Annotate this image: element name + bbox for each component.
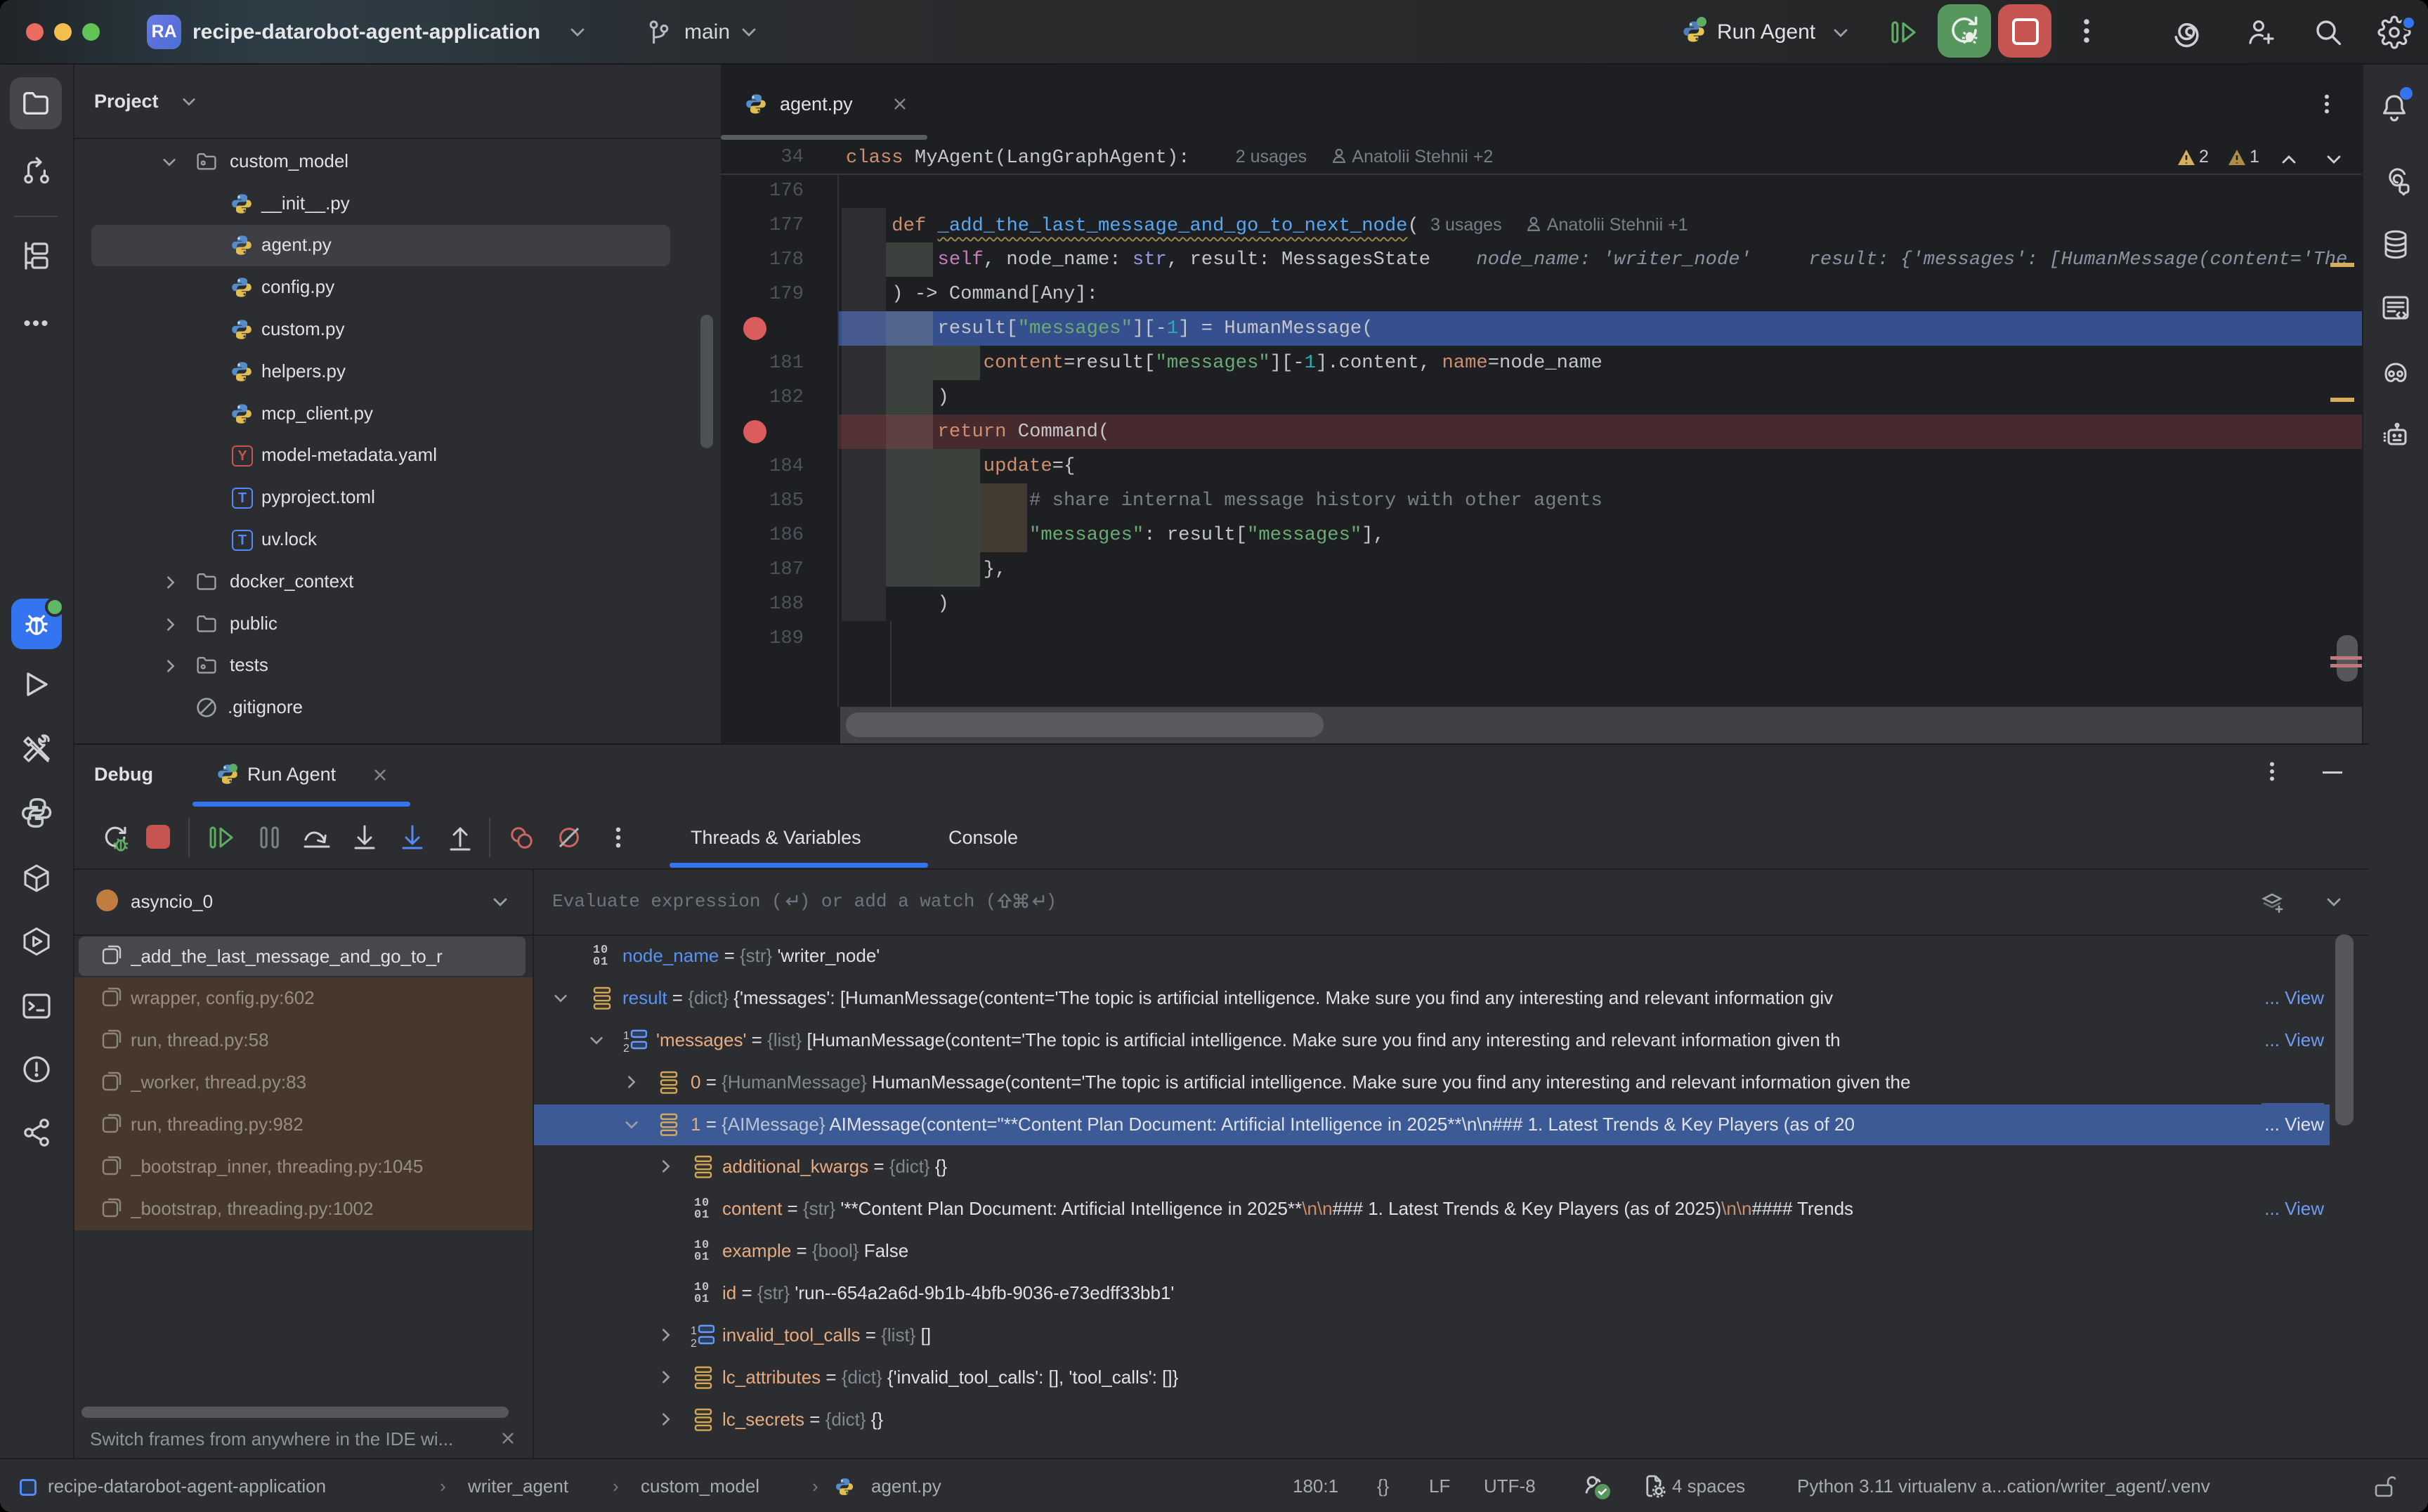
- svg-text:1: 1: [623, 1030, 629, 1042]
- svg-text:1: 1: [691, 1325, 697, 1337]
- svg-text:2: 2: [691, 1338, 697, 1348]
- svg-text:2: 2: [623, 1043, 629, 1052]
